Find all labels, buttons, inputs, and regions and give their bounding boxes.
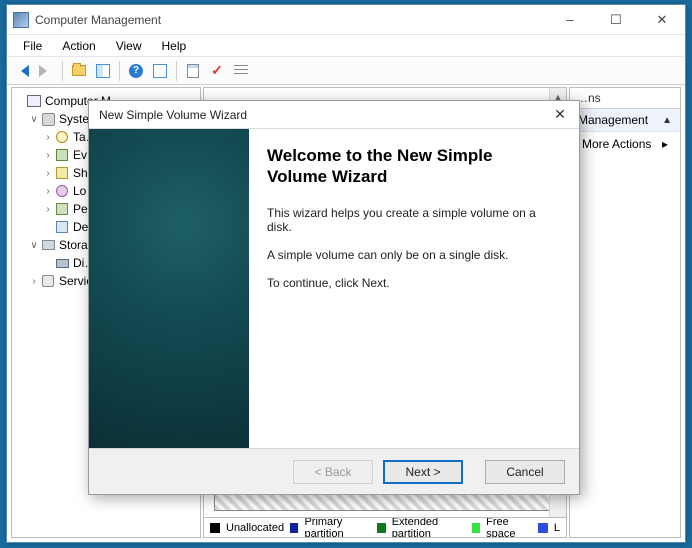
menu-action[interactable]: Action xyxy=(54,37,103,55)
columns-icon xyxy=(96,64,110,78)
actions-section-label: Management xyxy=(578,113,648,127)
toolbar-separator xyxy=(62,61,63,81)
legend-logical: L xyxy=(538,522,560,534)
sheet-icon xyxy=(187,64,199,78)
tools-icon xyxy=(40,111,56,127)
wizard-banner xyxy=(89,129,249,448)
menu-help[interactable]: Help xyxy=(154,37,195,55)
storage-icon xyxy=(40,237,56,253)
shared-icon xyxy=(54,165,70,181)
list-icon xyxy=(234,65,248,77)
legend-label: Primary partition xyxy=(304,517,371,537)
event-icon xyxy=(54,147,70,163)
new-simple-volume-wizard: New Simple Volume Wizard ✕ Welcome to th… xyxy=(88,100,580,495)
menu-file[interactable]: File xyxy=(15,37,50,55)
minimize-button[interactable]: – xyxy=(547,5,593,34)
legend-extended: Extended partition xyxy=(377,517,466,537)
cancel-button[interactable]: Cancel xyxy=(485,460,565,484)
maximize-button[interactable]: ☐ xyxy=(593,5,639,34)
view-columns-button[interactable] xyxy=(92,60,114,82)
list-button[interactable] xyxy=(230,60,252,82)
expand-icon[interactable]: › xyxy=(42,204,54,215)
wizard-title: New Simple Volume Wizard xyxy=(99,108,545,122)
wizard-body: Welcome to the New Simple Volume Wizard … xyxy=(89,129,579,448)
swatch-icon xyxy=(377,523,385,533)
apply-button[interactable]: ✓ xyxy=(206,60,228,82)
chevron-right-icon: ▸ xyxy=(662,137,668,151)
arrow-right-icon xyxy=(39,65,53,77)
computer-icon xyxy=(26,93,42,109)
help-icon: ? xyxy=(129,64,143,78)
wizard-titlebar: New Simple Volume Wizard ✕ xyxy=(89,101,579,129)
up-button[interactable] xyxy=(68,60,90,82)
collapse-arrow-icon: ▲ xyxy=(662,115,672,126)
toolbar-separator xyxy=(176,61,177,81)
wizard-close-button[interactable]: ✕ xyxy=(545,103,575,127)
toolbar: ? ✓ xyxy=(7,57,685,85)
actions-panel: …ns Management ▲ More Actions ▸ xyxy=(569,87,681,538)
window-controls: – ☐ ✕ xyxy=(547,5,685,34)
window-title: Computer Management xyxy=(35,13,547,27)
expand-icon[interactable]: › xyxy=(28,276,40,287)
actions-section[interactable]: Management ▲ xyxy=(570,109,680,132)
wizard-text-3: To continue, click Next. xyxy=(267,276,557,290)
legend-label: Free space xyxy=(486,517,532,537)
help-button[interactable]: ? xyxy=(125,60,147,82)
legend: Unallocated Primary partition Extended p… xyxy=(204,517,566,537)
swatch-icon xyxy=(538,523,548,533)
services-icon xyxy=(40,273,56,289)
menubar: File Action View Help xyxy=(7,35,685,57)
menu-view[interactable]: View xyxy=(108,37,150,55)
wizard-text-2: A simple volume can only be on a single … xyxy=(267,248,557,262)
legend-primary: Primary partition xyxy=(290,517,371,537)
wizard-heading: Welcome to the New Simple Volume Wizard xyxy=(267,145,557,188)
check-icon: ✓ xyxy=(211,62,223,79)
app-icon xyxy=(13,12,29,28)
expand-icon[interactable]: › xyxy=(42,186,54,197)
device-icon xyxy=(54,219,70,235)
close-button[interactable]: ✕ xyxy=(639,5,685,34)
clock-icon xyxy=(54,129,70,145)
nav-forward-button[interactable] xyxy=(35,60,57,82)
nav-back-button[interactable] xyxy=(11,60,33,82)
back-button: < Back xyxy=(293,460,373,484)
swatch-icon xyxy=(290,523,298,533)
users-icon xyxy=(54,183,70,199)
collapse-icon[interactable]: ∨ xyxy=(28,114,40,125)
properties-button[interactable] xyxy=(182,60,204,82)
swatch-icon xyxy=(472,523,480,533)
actions-more[interactable]: More Actions ▸ xyxy=(570,132,680,156)
folder-icon xyxy=(72,65,86,76)
actions-header: …ns xyxy=(570,88,680,109)
expand-icon[interactable]: › xyxy=(42,132,54,143)
legend-label: L xyxy=(554,522,560,534)
expand-icon[interactable]: › xyxy=(42,168,54,179)
titlebar: Computer Management – ☐ ✕ xyxy=(7,5,685,35)
expand-icon[interactable]: › xyxy=(42,150,54,161)
actions-more-label: More Actions xyxy=(582,137,651,151)
disk-icon xyxy=(54,255,70,271)
wizard-content: Welcome to the New Simple Volume Wizard … xyxy=(249,129,579,448)
legend-freespace: Free space xyxy=(472,517,532,537)
swatch-icon xyxy=(210,523,220,533)
wizard-footer: < Back Next > Cancel xyxy=(89,448,579,494)
legend-label: Extended partition xyxy=(392,517,466,537)
grid-icon xyxy=(153,64,167,78)
collapse-icon[interactable]: ∨ xyxy=(28,240,40,251)
view-grid-button[interactable] xyxy=(149,60,171,82)
performance-icon xyxy=(54,201,70,217)
next-button[interactable]: Next > xyxy=(383,460,463,484)
arrow-left-icon xyxy=(15,65,29,77)
wizard-text-1: This wizard helps you create a simple vo… xyxy=(267,206,557,234)
toolbar-separator xyxy=(119,61,120,81)
legend-label: Unallocated xyxy=(226,522,284,534)
legend-unallocated: Unallocated xyxy=(210,522,284,534)
